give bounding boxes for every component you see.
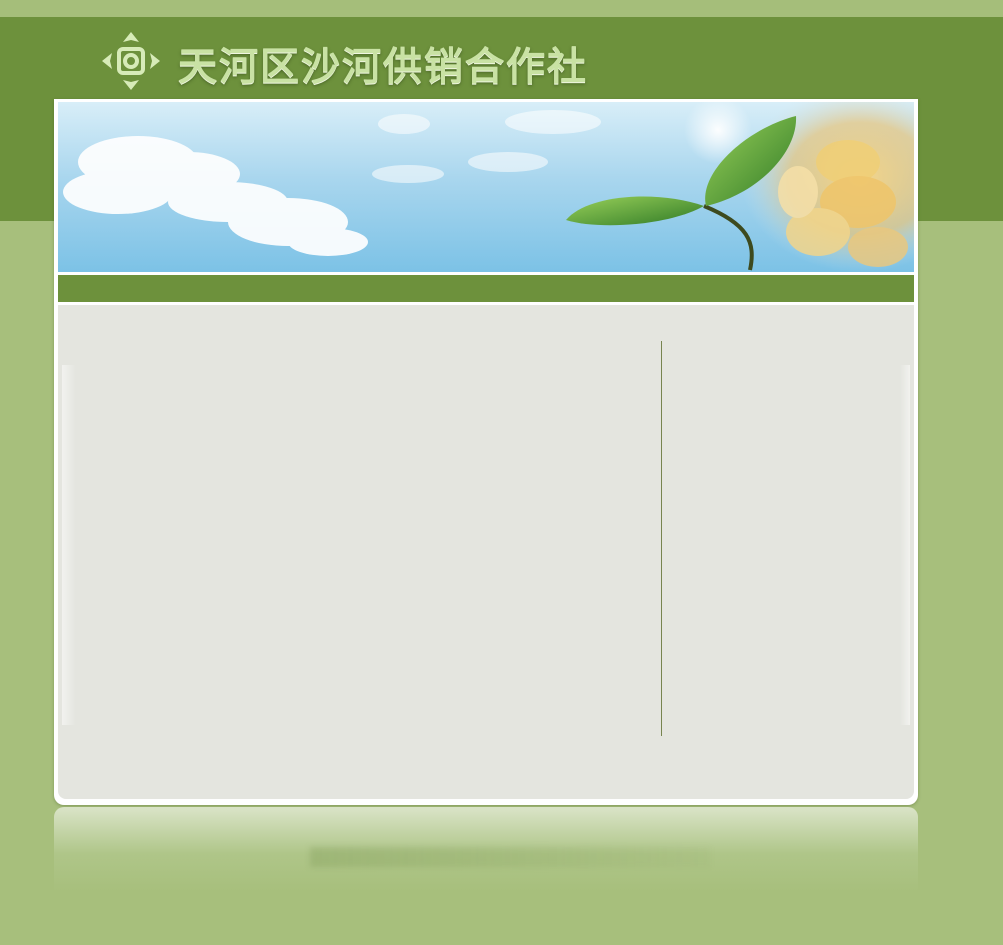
site-title: 天河区沙河供销合作社 — [178, 45, 589, 90]
top-strip — [0, 0, 1003, 17]
content-left-shade — [62, 365, 76, 725]
page-reflection — [54, 807, 918, 892]
column-divider — [661, 341, 662, 736]
content-panel — [58, 305, 914, 799]
header-banner — [58, 102, 914, 272]
content-right-shade — [900, 365, 910, 725]
reflection-ghost — [310, 847, 710, 867]
nav-bar — [58, 275, 914, 302]
page-frame — [54, 99, 918, 805]
coop-emblem-icon — [100, 30, 162, 92]
